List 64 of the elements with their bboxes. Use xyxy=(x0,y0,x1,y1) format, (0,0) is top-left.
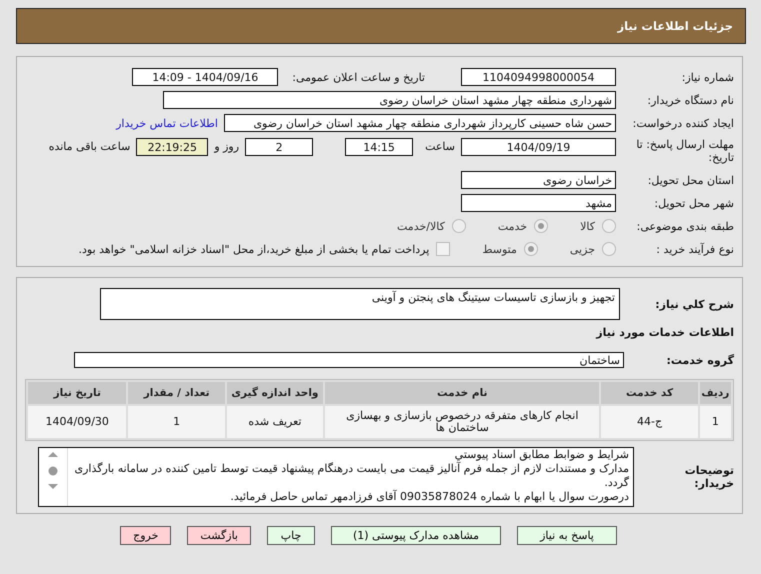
action-button[interactable]: پاسخ به نیاز xyxy=(517,526,617,545)
time-field: 14:15 xyxy=(345,138,414,156)
requester-field: حسن شاه حسینی کارپرداز شهرداری منطقه چهار مشهد استان خراسان رضوی xyxy=(224,114,616,132)
option-label: کالا xyxy=(580,220,595,232)
city-field: مشهد xyxy=(461,194,616,212)
option-label: جزیی xyxy=(570,242,595,256)
note-line: درصورت سوال یا ابهام با شماره 09035878024 آقای فرزادمهر تماس حاصل فرمائید. xyxy=(229,490,629,504)
page-title: جزئیات اطلاعات نیاز xyxy=(617,19,733,33)
date-field: 1404/09/19 xyxy=(461,138,616,156)
contact-link[interactable]: اطلاعات تماس خریدار xyxy=(116,116,218,130)
field-label: ساعت xyxy=(425,140,455,153)
column-header: تاریخ نیاز xyxy=(28,382,126,404)
field-label: ایجاد کننده درخواست: xyxy=(632,116,734,130)
days-field: 2 xyxy=(245,138,314,156)
column-header: ردیف xyxy=(700,382,731,404)
description-field: تجهیز و بازسازی تاسیسات سیتینگ های پنجتن و آوینی xyxy=(100,288,620,320)
checkbox[interactable] xyxy=(436,242,450,256)
column-header: تعداد / مقدار xyxy=(128,382,225,404)
announce-date-field: 1404/09/16 - 14:09 xyxy=(132,68,278,86)
option-label: متوسط xyxy=(482,242,517,256)
table-cell: 1 xyxy=(128,406,225,438)
need-number-field: 1104094998000054 xyxy=(461,68,616,86)
section-title: اطلاعات خدمات مورد نیاز xyxy=(594,326,734,339)
note-line: شرایط و ضوابط مطابق اسناد پیوستي xyxy=(454,448,629,462)
column-header: کد خدمت xyxy=(601,382,698,404)
field-label: تاریخ و ساعت اعلان عمومی: xyxy=(292,70,425,84)
field-label: مهلت ارسال پاسخ: تا تاریخ: xyxy=(635,138,734,164)
radio-button[interactable] xyxy=(452,219,466,233)
option-label: کالا/خدمت xyxy=(397,220,445,232)
table-cell: تعریف شده xyxy=(226,406,324,438)
field-label: نوع فرآیند خرید : xyxy=(655,242,734,256)
radio-button[interactable] xyxy=(602,219,616,233)
field-label: روز و xyxy=(214,140,240,153)
notes-field[interactable] xyxy=(38,447,634,507)
action-button[interactable]: مشاهده مدارک پیوستی (1) xyxy=(331,526,501,545)
remaining-time-field: 22:19:25 xyxy=(136,138,208,156)
buyer-field: شهرداری منطقه چهار مشهد استان خراسان رضوی xyxy=(163,91,616,109)
field-label: ساعت باقی مانده xyxy=(48,140,130,153)
column-header: نام خدمت xyxy=(325,382,600,404)
table-cell: انجام کارهای متفرقه درخصوص بازسازی و بهسازی ساختمان ها xyxy=(325,406,600,438)
field-label: گروه خدمت: xyxy=(665,354,734,366)
radio-button[interactable] xyxy=(534,219,548,233)
note-line: مدارک و مستندات لازم از جمله فرم آنالیز قیمت می بایست درهنگام پیشنهاد قیمت توسط تامین کننده در سامانه بارگذاری گردد. xyxy=(73,462,629,490)
scrollbar-icon[interactable] xyxy=(47,451,59,491)
table-cell: 1 xyxy=(700,406,731,438)
field-label: استان محل تحویل: xyxy=(646,174,734,186)
field-label: شهر محل تحویل: xyxy=(653,196,734,210)
field-label: نام دستگاه خریدار: xyxy=(646,94,734,106)
radio-button[interactable] xyxy=(524,242,538,256)
column-header: واحد اندازه گیری xyxy=(226,382,324,404)
field-label: شرح کلي نياز: xyxy=(654,298,734,310)
exit-button[interactable]: بازگشت xyxy=(187,526,251,545)
field-label: طبقه بندی موضوعی: xyxy=(636,220,734,232)
field-label: توضیحات خریدار: xyxy=(684,464,734,490)
table-cell: 1404/09/30 xyxy=(28,406,126,438)
option-label: خدمت xyxy=(498,220,528,232)
field-label: شماره نیاز: xyxy=(680,70,734,84)
table-cell: ج-44 xyxy=(601,406,698,438)
radio-button[interactable] xyxy=(602,242,616,256)
province-field: خراسان رضوی xyxy=(461,171,616,189)
action-button[interactable]: چاپ xyxy=(267,526,315,545)
payment-note: پرداخت تمام یا بخشی از مبلغ خرید،از محل "اسناد خزانه اسلامی" خواهد بود. xyxy=(78,242,430,256)
exit-button[interactable]: خروج xyxy=(120,526,172,545)
service-group-field: ساختمان xyxy=(74,352,624,368)
